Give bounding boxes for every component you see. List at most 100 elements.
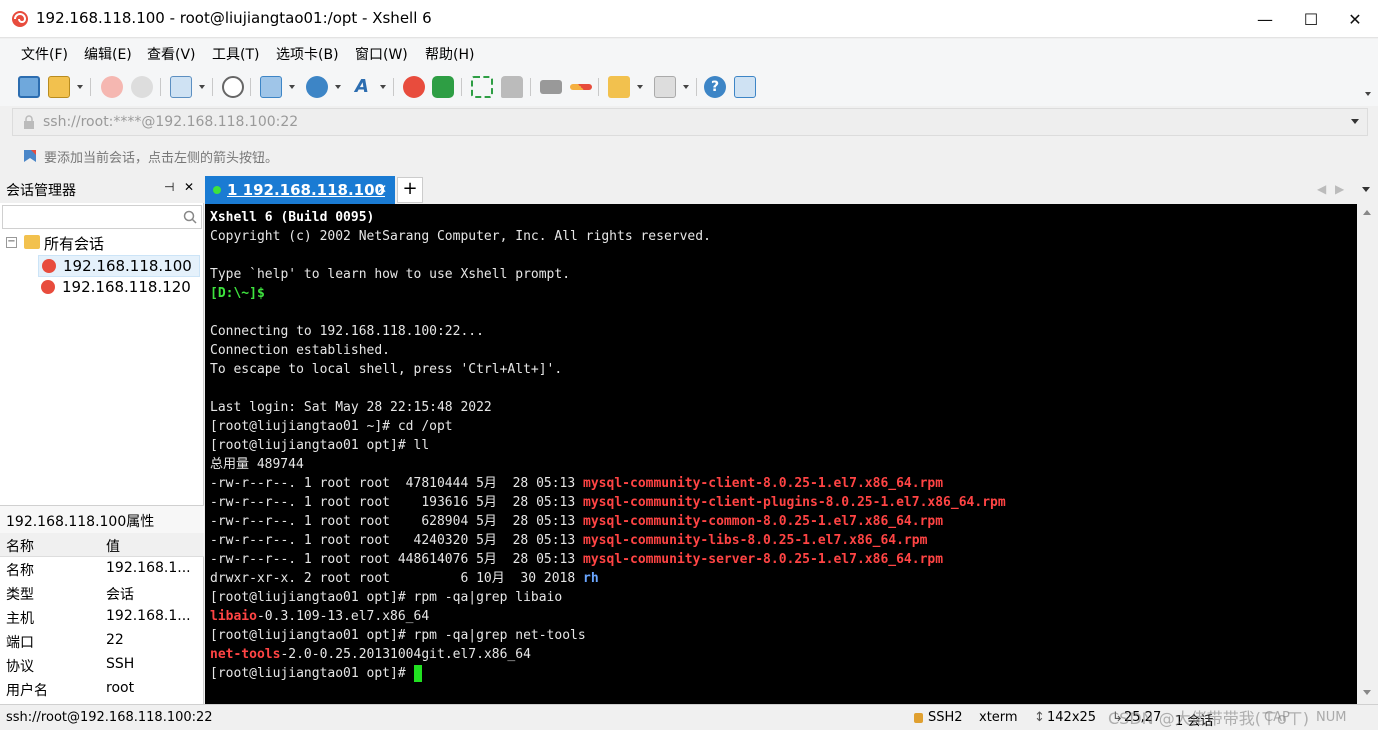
property-value: 22	[106, 632, 124, 648]
terminal-line: [D:\~]$	[210, 286, 265, 301]
properties-header-row: 名称 值	[0, 533, 204, 557]
tab-list-icon[interactable]	[1362, 187, 1370, 192]
tab-bar: 1 192.168.118.100 ✕ + ◀ ▶	[205, 175, 1378, 204]
status-protocol: SSH2	[928, 710, 963, 725]
property-value: 192.168.1...	[106, 560, 191, 576]
terminal-line: libaio-0.3.109-13.el7.x86_64	[210, 609, 430, 624]
connected-status-icon	[213, 186, 221, 194]
session-item[interactable]: 192.168.118.120	[38, 277, 200, 299]
properties-icon[interactable]	[170, 76, 192, 98]
watermark: CSDN @大佬带带我(ㄒoㄒ)	[1108, 709, 1309, 728]
property-row: 名称 192.168.1...	[0, 557, 204, 581]
disconnect-icon[interactable]	[131, 76, 153, 98]
column-header-value: 值	[106, 539, 120, 555]
menu-tabs[interactable]: 选项卡(B)	[276, 44, 339, 64]
property-value: SSH	[106, 656, 135, 672]
globe-icon[interactable]	[306, 76, 328, 98]
properties-header: 192.168.118.100属性	[0, 505, 204, 533]
property-name: 端口	[6, 635, 34, 651]
minimize-button[interactable]: —	[1242, 0, 1288, 38]
terminal-line: [root@liujiangtao01 opt]# rpm -qa|grep l…	[210, 590, 563, 605]
minimize-icon: —	[1257, 9, 1273, 29]
chat-icon[interactable]	[734, 76, 756, 98]
keyboard-icon[interactable]	[540, 80, 562, 94]
session-search-input[interactable]	[2, 205, 202, 229]
session-icon	[41, 280, 55, 294]
properties-title: 192.168.118.100属性	[6, 514, 155, 530]
menu-file[interactable]: 文件(F)	[21, 44, 68, 64]
terminal-scrollbar[interactable]	[1357, 204, 1378, 704]
menu-edit[interactable]: 编辑(E)	[84, 44, 132, 64]
session-manager-title: 会话管理器	[6, 183, 76, 199]
address-bar[interactable]: ssh://root:****@192.168.118.100:22	[12, 108, 1368, 136]
chevron-down-icon[interactable]	[1351, 119, 1359, 124]
title-bar: 192.168.118.100 - root@liujiangtao01:/op…	[0, 0, 1378, 38]
xshell-icon[interactable]	[403, 76, 425, 98]
font-icon[interactable]: A	[351, 76, 373, 98]
help-icon[interactable]: ?	[704, 76, 726, 98]
hint-text: 要添加当前会话，点击左侧的箭头按钮。	[44, 151, 279, 166]
pin-icon[interactable]: ⊣	[164, 180, 174, 194]
terminal[interactable]: Xshell 6 (Build 0095) Copyright (c) 2002…	[205, 204, 1357, 704]
open-folder-icon[interactable]	[48, 76, 70, 98]
maximize-button[interactable]: ☐	[1288, 0, 1334, 38]
column-header-name: 名称	[6, 539, 34, 555]
session-manager-panel: 会话管理器 ⊣ ✕ − 所有会话 192.168.118.100 192.168…	[0, 175, 204, 704]
terminal-line: drwxr-xr-x. 2 root root 6 10月 30 2018 rh	[210, 571, 599, 586]
status-bar: ssh://root@192.168.118.100:22 SSH2 xterm…	[0, 704, 1378, 730]
address-input[interactable]: ssh://root:****@192.168.118.100:22	[43, 114, 298, 130]
property-value: 192.168.1...	[106, 608, 191, 624]
folder-add-icon[interactable]	[608, 76, 630, 98]
scroll-up-icon[interactable]	[1363, 210, 1371, 215]
xftp-icon[interactable]	[432, 76, 454, 98]
terminal-line: -rw-r--r--. 1 root root 47810444 5月 28 0…	[210, 476, 944, 491]
session-item[interactable]: 192.168.118.100	[38, 255, 200, 277]
scroll-down-icon[interactable]	[1363, 690, 1371, 695]
folder-icon	[24, 235, 40, 249]
session-icon	[42, 259, 56, 273]
property-name: 类型	[6, 587, 34, 603]
menu-help[interactable]: 帮助(H)	[425, 44, 474, 64]
fullscreen-icon[interactable]	[471, 76, 493, 98]
tab-close-icon[interactable]: ✕	[377, 182, 387, 196]
terminal-line: [root@liujiangtao01 opt]#	[210, 664, 422, 683]
terminal-line: net-tools-2.0-0.25.20131004git.el7.x86_6…	[210, 647, 531, 662]
property-row: 类型 会话	[0, 581, 204, 605]
terminal-line: [root@liujiangtao01 opt]# rpm -qa|grep n…	[210, 628, 586, 643]
collapse-icon[interactable]: −	[6, 237, 17, 248]
lock-icon[interactable]	[501, 76, 523, 98]
close-panel-icon[interactable]: ✕	[184, 180, 194, 194]
terminal-line: [root@liujiangtao01 ~]# cd /opt	[210, 419, 453, 434]
highlight-icon[interactable]	[570, 84, 592, 90]
tab-scroll-right-icon[interactable]: ▶	[1335, 182, 1344, 196]
tab-scroll-left-icon[interactable]: ◀	[1317, 182, 1326, 196]
new-session-icon[interactable]	[18, 76, 40, 98]
toolbar: A ?	[0, 68, 1378, 106]
terminal-line: To escape to local shell, press 'Ctrl+Al…	[210, 362, 563, 377]
terminal-line: Connecting to 192.168.118.100:22...	[210, 324, 484, 339]
tab-session-1[interactable]: 1 192.168.118.100 ✕	[205, 176, 395, 204]
close-button[interactable]: ✕	[1332, 0, 1378, 38]
tree-root-label: 所有会话	[44, 235, 105, 253]
menu-tools[interactable]: 工具(T)	[212, 44, 259, 64]
maximize-icon: ☐	[1303, 9, 1319, 29]
new-tab-button[interactable]: +	[397, 177, 423, 203]
property-value: 会话	[106, 587, 134, 603]
terminal-line: -rw-r--r--. 1 root root 193616 5月 28 05:…	[210, 495, 1006, 510]
property-row: 端口 22	[0, 629, 204, 653]
window-title: 192.168.118.100 - root@liujiangtao01:/op…	[36, 9, 432, 27]
lock-icon	[24, 115, 34, 129]
reconnect-icon[interactable]	[101, 76, 123, 98]
find-icon[interactable]	[222, 76, 244, 98]
property-name: 用户名	[6, 683, 48, 699]
menu-window[interactable]: 窗口(W)	[355, 44, 408, 64]
menu-bar: 文件(F) 编辑(E) 查看(V) 工具(T) 选项卡(B) 窗口(W) 帮助(…	[0, 39, 1378, 68]
layout-icon[interactable]	[260, 76, 282, 98]
xshell-logo-icon	[12, 11, 28, 27]
terminal-line: Type `help' to learn how to use Xshell p…	[210, 267, 571, 282]
tile-icon[interactable]	[654, 76, 676, 98]
session-item-label: 192.168.118.100	[63, 257, 192, 275]
session-manager-header: 会话管理器 ⊣ ✕	[0, 175, 204, 203]
menu-view[interactable]: 查看(V)	[147, 44, 196, 64]
bookmark-arrow-icon[interactable]	[22, 148, 38, 164]
